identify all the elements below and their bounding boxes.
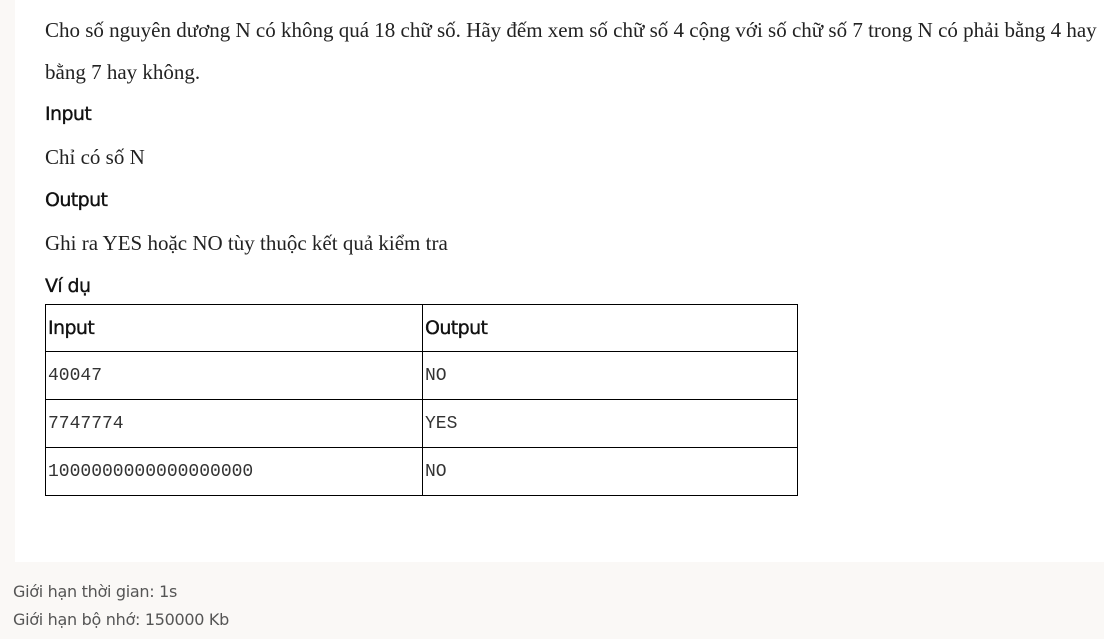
example-input-cell: 40047 <box>45 351 423 400</box>
memory-limit: Giới hạn bộ nhớ: 150000 Kb <box>13 610 229 629</box>
example-input-cell: 7747774 <box>45 399 423 448</box>
example-output-cell: YES <box>422 399 798 448</box>
time-limit: Giới hạn thời gian: 1s <box>13 582 178 601</box>
output-description: Ghi ra YES hoặc NO tùy thuộc kết quả kiể… <box>45 231 448 255</box>
column-header-input: Input <box>45 304 423 352</box>
problem-limits: Giới hạn thời gian: 1s Giới hạn bộ nhớ: … <box>13 578 229 634</box>
example-output-cell: NO <box>422 447 798 496</box>
problem-content: Cho số nguyên dương N có không quá 18 ch… <box>15 0 1104 562</box>
problem-statement: Cho số nguyên dương N có không quá 18 ch… <box>45 18 1097 84</box>
example-heading: Ví dụ <box>45 275 91 297</box>
table-row: 1000000000000000000 NO <box>45 447 798 496</box>
output-heading: Output <box>45 189 108 211</box>
table-header-row: Input Output <box>45 304 798 352</box>
input-description: Chỉ có số N <box>45 145 145 169</box>
column-header-output: Output <box>422 304 798 352</box>
example-input-cell: 1000000000000000000 <box>45 447 423 496</box>
example-table: Input Output 40047 NO 7747774 YES 100000… <box>45 304 798 496</box>
table-row: 40047 NO <box>45 351 798 400</box>
problem-body: Cho số nguyên dương N có không quá 18 ch… <box>45 0 1104 496</box>
example-output-cell: NO <box>422 351 798 400</box>
problem-page: Cho số nguyên dương N có không quá 18 ch… <box>0 0 1104 639</box>
table-row: 7747774 YES <box>45 399 798 448</box>
input-heading: Input <box>45 103 92 125</box>
